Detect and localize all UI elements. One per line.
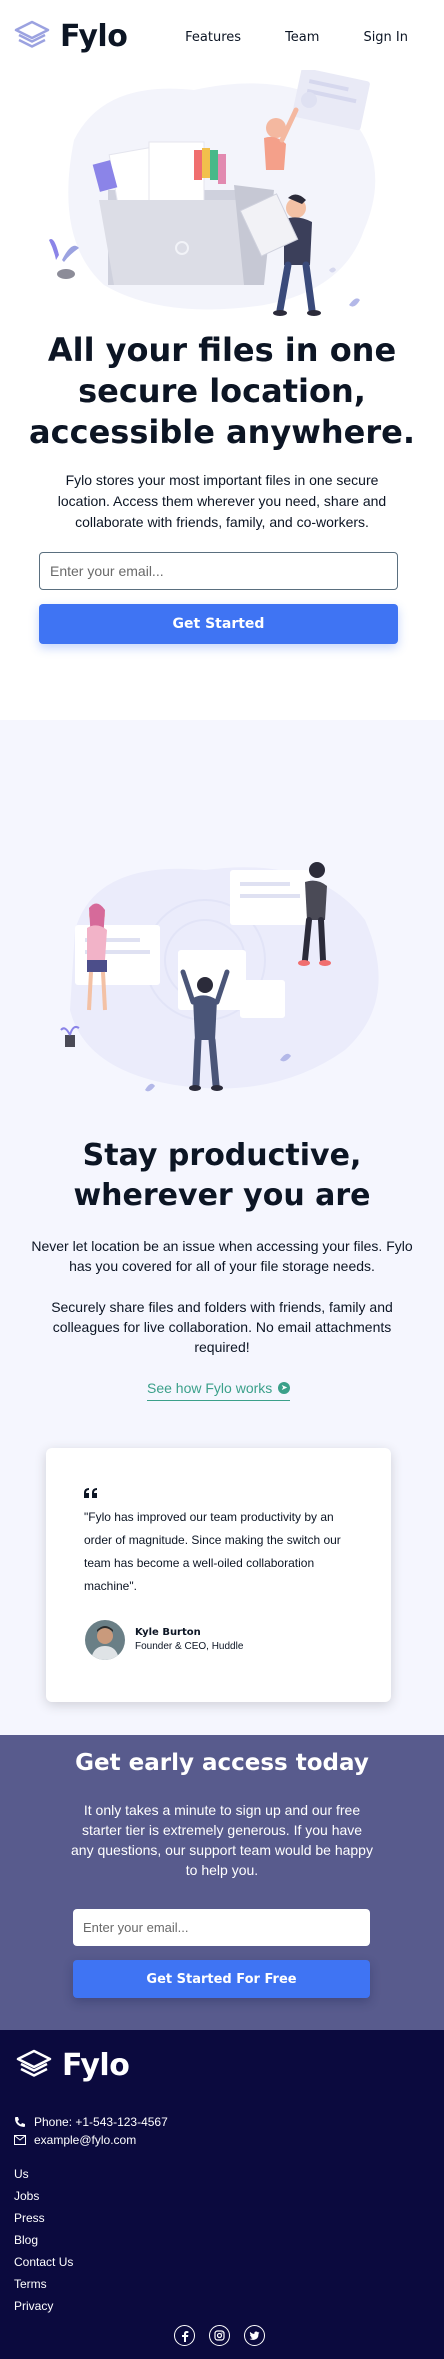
productive-paragraph-1: Never let location be an issue when acce… — [31, 1238, 413, 1274]
fylo-logo[interactable]: Fylo — [12, 16, 128, 56]
testimonial-card: "Fylo has improved our team productivity… — [46, 1448, 391, 1702]
productive-title: Stay productive, wherever you are — [73, 1138, 371, 1213]
quote-icon — [84, 1488, 97, 1498]
footer-link-privacy[interactable]: Privacy — [14, 2295, 73, 2317]
productive-illustration — [60, 862, 379, 1092]
footer-logo-wordmark: Fylo — [62, 2047, 130, 2083]
productive-paragraph-2: Securely share files and folders with fr… — [51, 1299, 393, 1355]
footer-link-jobs[interactable]: Jobs — [14, 2185, 73, 2207]
footer-link-contact-us[interactable]: Contact Us — [14, 2251, 73, 2273]
footer-link-blog[interactable]: Blog — [14, 2229, 73, 2251]
footer-logo[interactable]: Fylo — [14, 2045, 130, 2085]
early-access-text: It only takes a minute to sign up and ou… — [71, 1802, 373, 1878]
testimonial-quote: "Fylo has improved our team productivity… — [84, 1510, 341, 1593]
email-icon — [14, 2135, 26, 2145]
testimonial-role: Founder & CEO, Huddle — [135, 1641, 244, 1652]
nav-team-link[interactable]: Team — [285, 30, 319, 45]
logo-wordmark: Fylo — [60, 18, 128, 54]
hero-email-input[interactable] — [39, 552, 398, 590]
hero-illustration — [49, 70, 376, 316]
footer-link-press[interactable]: Press — [14, 2207, 73, 2229]
social-links — [174, 2325, 265, 2346]
footer-link-terms[interactable]: Terms — [14, 2273, 73, 2295]
top-nav: Fylo Features Team Sign In — [0, 0, 444, 74]
arrow-right-icon: ➤ — [278, 1382, 291, 1394]
early-access-title: Get early access today — [75, 1750, 369, 1776]
hero-description: Fylo stores your most important files in… — [57, 472, 387, 530]
footer-phone-text: Phone: +1-543-123-4567 — [34, 2115, 168, 2129]
get-started-button[interactable]: Get Started — [39, 604, 398, 644]
nav-sign-in-link[interactable]: Sign In — [363, 30, 408, 45]
avatar — [85, 1620, 125, 1660]
footer-link-us[interactable]: Us — [14, 2163, 73, 2185]
footer-email-text: example@fylo.com — [34, 2133, 137, 2147]
early-access-email-input[interactable] — [73, 1909, 370, 1946]
footer-phone: Phone: +1-543-123-4567 — [14, 2115, 168, 2129]
testimonial-name: Kyle Burton — [135, 1627, 201, 1638]
hero-title: All your files in one secure location, a… — [29, 331, 415, 451]
logo-layers-icon — [16, 2049, 52, 2077]
logo-layers-icon — [14, 20, 50, 48]
phone-icon — [15, 2117, 25, 2127]
footer-email: example@fylo.com — [14, 2133, 136, 2147]
see-how-link-label: See how Fylo works — [147, 1380, 273, 1396]
footer-links: Us Jobs Press Blog Contact Us Terms Priv… — [14, 2163, 73, 2317]
nav-links: Features Team Sign In — [185, 30, 408, 45]
facebook-icon[interactable] — [174, 2325, 195, 2346]
see-how-fylo-works-link[interactable]: See how Fylo works ➤ — [147, 1380, 291, 1401]
twitter-icon[interactable] — [244, 2325, 265, 2346]
nav-features-link[interactable]: Features — [185, 30, 241, 45]
get-started-for-free-button[interactable]: Get Started For Free — [73, 1960, 370, 1998]
instagram-icon[interactable] — [209, 2325, 230, 2346]
